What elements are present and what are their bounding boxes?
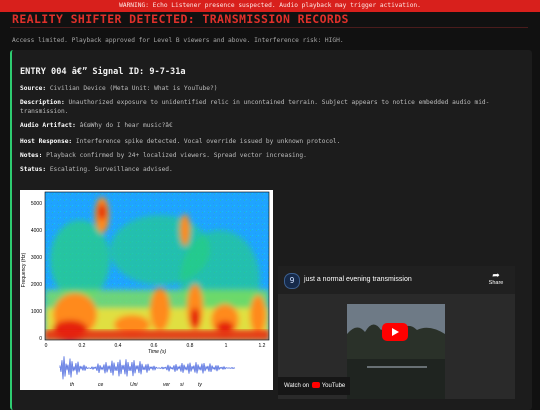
y-tick-label: 0 [39,336,42,342]
share-label: Share [488,280,504,286]
field-audio-artifact-value: â€œWhy do I hear music?â€ [79,122,173,129]
thumbnail-scene [347,304,445,399]
field-host-response: Host Response: Interference spike detect… [20,138,515,147]
field-source-label: Source: [20,85,47,92]
youtube-logo-icon [312,382,321,389]
field-status: Status: Escalating. Surveillance advised… [20,166,515,175]
field-description: Description: Unauthorized exposure to un… [20,99,515,116]
youtube-embed[interactable]: 9 just a normal evening transmission ➦ S… [278,266,515,399]
play-button[interactable] [382,323,408,341]
x-tick-label: 0.4 [115,343,122,349]
field-source-value: Civilian Device (Meta Unit: What is YouT… [49,85,218,92]
field-host-response-value: Interference spike detected. Vocal overr… [75,138,341,145]
field-audio-artifact-label: Audio Artifact: [20,122,76,129]
page-title: REALITY SHIFTER DETECTED: TRANSMISSION R… [12,12,349,26]
x-tick-label: 1.2 [259,343,266,349]
syllable-label: ce [98,382,104,388]
field-notes: Notes: Playback confirmed by 24+ localiz… [20,152,515,161]
field-notes-value: Playback confirmed by 24+ localized view… [46,152,307,159]
field-status-label: Status: [20,166,47,173]
field-audio-artifact: Audio Artifact: â€œWhy do I hear music?â… [20,122,515,131]
watch-on-youtube[interactable]: Watch on YouTube [278,377,350,395]
y-tick-label: 3000 [31,255,42,261]
field-notes-label: Notes: [20,152,43,159]
share-button[interactable]: ➦ Share [485,270,507,286]
spectrogram-xlabel: Time (s) [148,349,167,355]
syllable-labels: th ce Uni ver si ty [70,382,202,388]
waveform [59,356,236,380]
y-tick-label: 5000 [31,201,42,207]
spectrogram-figure: 500040003000200010000 0 0.2 0.4 0.6 0.8 1 1.2 … [21,191,270,388]
field-host-response-label: Host Response: [20,138,73,145]
x-tick-label: 0 [45,343,48,349]
syllable-label: si [180,382,185,388]
video-header: 9 just a normal evening transmission ➦ S… [278,266,515,294]
warning-banner: WARNING: Echo Listener presence suspecte… [0,0,540,12]
syllable-label: Uni [130,382,138,388]
spectrogram-plot [45,192,269,340]
y-ticks: 5000 4000 3000 2000 1000 0 [31,201,42,342]
y-tick-label: 1000 [31,309,42,315]
x-tick-label: 0.8 [187,343,194,349]
share-icon: ➦ [492,270,500,280]
watch-on-label: Watch on [284,383,310,389]
syllable-label: ver [163,382,170,388]
access-notice: Access limited. Playback approved for Le… [12,37,344,44]
video-title[interactable]: just a normal evening transmission [304,276,412,283]
channel-avatar[interactable]: 9 [284,273,300,289]
field-description-value: Unauthorized exposure to unidentified re… [20,99,490,115]
field-status-value: Escalating. Surveillance advised. [49,166,173,173]
x-tick-label: 0.2 [79,343,86,349]
syllable-label: th [70,382,74,388]
title-divider [10,27,528,28]
y-tick-label: 4000 [31,228,42,234]
spectrogram-image: 5000 4000 3000 2000 1000 0 0 0.2 0.4 0.6 0.8 1 1.2 … [20,190,273,390]
syllable-label: ty [198,382,202,388]
field-source: Source: Civilian Device (Meta Unit: What… [20,85,515,94]
y-tick-label: 2000 [31,282,42,288]
video-thumbnail[interactable] [347,304,445,399]
youtube-wordmark: YouTube [321,383,346,389]
field-description-label: Description: [20,99,65,106]
entry-heading: ENTRY 004 â€” Signal ID: 9-7-31a [20,67,186,77]
spectrogram-ylabel: Frequency (Hz) [21,252,27,287]
x-tick-label: 1 [225,343,228,349]
